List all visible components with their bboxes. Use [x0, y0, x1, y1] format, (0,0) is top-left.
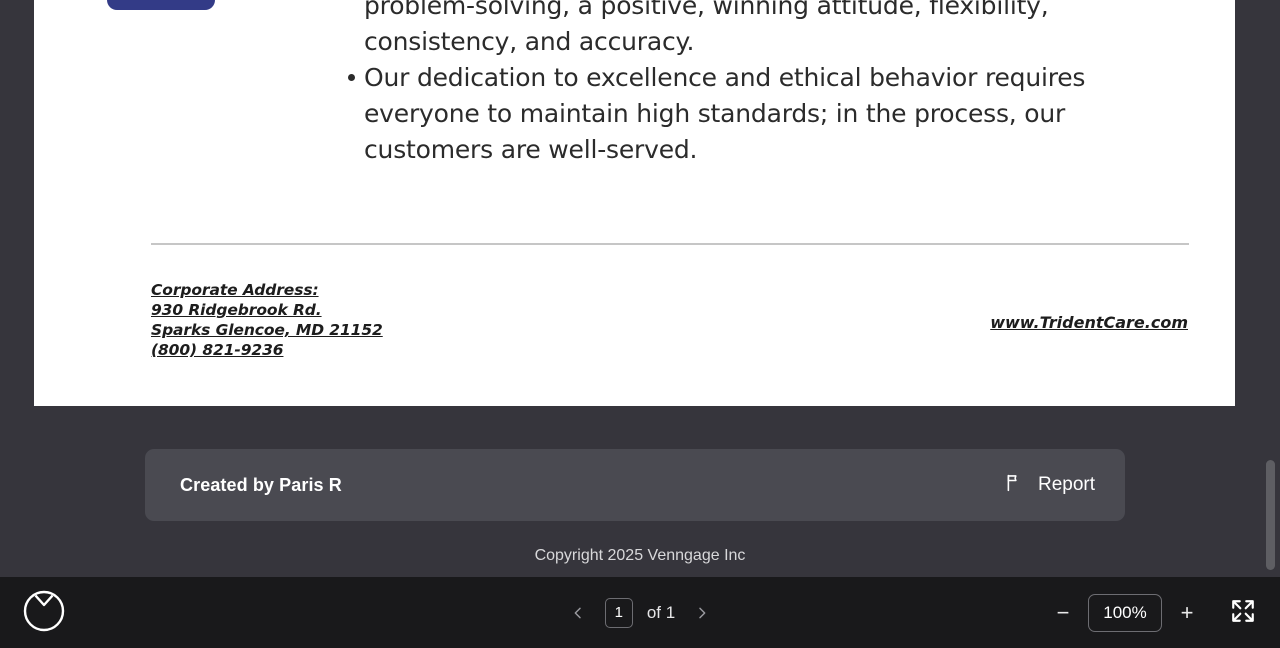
current-page-input[interactable]: 1	[604, 597, 633, 628]
report-button-label: Report	[1037, 474, 1095, 495]
prev-page-button[interactable]	[565, 600, 591, 626]
document-viewer-app: demonstrating growth and financial respo…	[0, 0, 1280, 648]
zoom-in-button[interactable]: +	[1174, 600, 1200, 626]
list-item: demonstrating growth and financial respo…	[315, 0, 1145, 60]
next-page-button[interactable]	[689, 600, 715, 626]
horizontal-divider	[151, 243, 1189, 245]
page-count-label: of 1	[646, 602, 676, 622]
website-link[interactable]: www.TridentCare.com	[978, 313, 1188, 332]
report-button[interactable]: Report	[1004, 472, 1095, 499]
address-line: 930 Ridgebrook Rd.	[151, 301, 322, 319]
zoom-controls: − 100% +	[1050, 577, 1260, 648]
address-line: (800) 821-9236	[151, 341, 284, 359]
expand-icon	[1230, 598, 1256, 627]
address-line: Corporate Address:	[151, 281, 319, 299]
website-link-text: www.TridentCare.com	[990, 313, 1188, 332]
vertical-scrollbar[interactable]	[1266, 0, 1278, 577]
creator-label: Created by Paris R	[180, 474, 342, 495]
document-page: demonstrating growth and financial respo…	[34, 0, 1235, 406]
zoom-level-value[interactable]: 100%	[1088, 593, 1162, 632]
corporate-address-block: Corporate Address: 930 Ridgebrook Rd. Sp…	[151, 280, 383, 360]
address-line: Sparks Glencoe, MD 21152	[151, 321, 383, 339]
venngage-logo-icon[interactable]	[22, 589, 66, 633]
list-item: Our dedication to excellence and ethical…	[315, 60, 1145, 168]
copyright-text: Copyright 2025 Venngage Inc	[534, 547, 746, 564]
attribution-bar: Created by Paris R Report	[145, 449, 1125, 521]
document-scroll-area[interactable]: demonstrating growth and financial respo…	[0, 0, 1280, 577]
flag-icon	[1004, 472, 1025, 499]
zoom-out-button[interactable]: −	[1050, 600, 1076, 626]
fullscreen-button[interactable]	[1226, 596, 1260, 630]
list-item-text: demonstrating growth and financial respo…	[364, 0, 1049, 56]
accent-shape	[107, 0, 215, 10]
scrollbar-thumb[interactable]	[1266, 460, 1275, 570]
list-item-text: Our dedication to excellence and ethical…	[364, 63, 1086, 164]
document-bullet-list: demonstrating growth and financial respo…	[315, 0, 1145, 168]
bullet-marker	[348, 74, 355, 81]
viewer-toolbar: 1 of 1 − 100% +	[0, 577, 1280, 648]
